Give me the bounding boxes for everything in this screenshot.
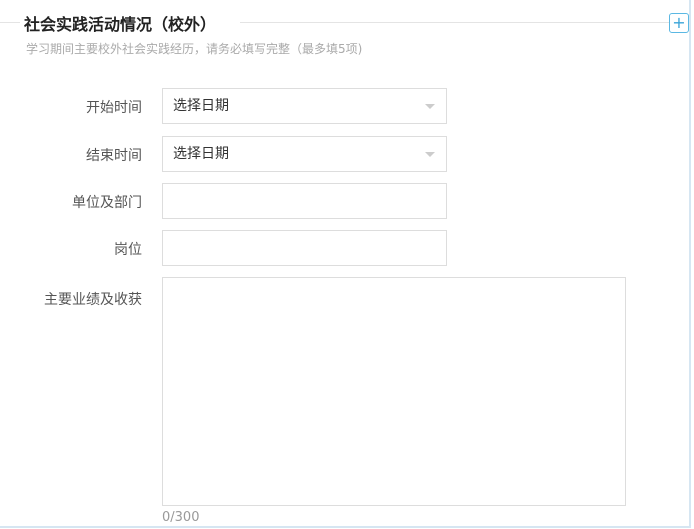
add-item-button[interactable]: + [669, 13, 689, 33]
character-counter: 0/300 [162, 510, 200, 525]
chevron-down-icon [425, 104, 435, 109]
achievements-textarea[interactable] [162, 277, 626, 506]
end-date-value: 选择日期 [173, 146, 229, 162]
organization-label: 单位及部门 [72, 195, 142, 211]
end-date-label: 结束时间 [86, 148, 142, 164]
position-label: 岗位 [114, 242, 142, 258]
section-subtitle: 学习期间主要校外社会实践经历，请务必填写完整（最多填5项) [26, 42, 363, 56]
position-input[interactable] [162, 230, 447, 266]
achievements-label: 主要业绩及收获 [44, 292, 142, 308]
start-date-label: 开始时间 [86, 100, 142, 116]
start-date-select[interactable]: 选择日期 [162, 88, 447, 124]
end-date-select[interactable]: 选择日期 [162, 136, 447, 172]
divider [0, 22, 20, 23]
divider [240, 22, 669, 23]
start-date-value: 选择日期 [173, 98, 229, 114]
chevron-down-icon [425, 152, 435, 157]
organization-input[interactable] [162, 183, 447, 219]
section-title: 社会实践活动情况（校外） [24, 11, 221, 35]
